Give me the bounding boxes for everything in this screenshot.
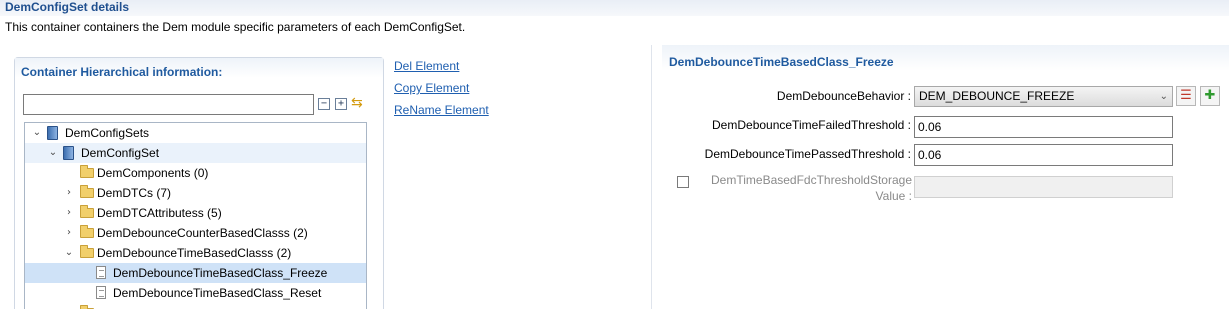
tree-item-label: DemDebounceCounterBasedClasss (2): [97, 226, 308, 240]
folder-icon: [80, 205, 94, 218]
expand-all-button[interactable]: +: [335, 98, 347, 110]
tree-item-freeze[interactable]: DemDebounceTimeBasedClass_Freeze: [25, 263, 366, 283]
failed-threshold-input[interactable]: 0.06: [914, 116, 1173, 138]
add-icon[interactable]: ✚: [1200, 86, 1220, 106]
folder-icon: [80, 225, 94, 238]
selected-value: DEM_DEBOUNCE_FREEZE: [919, 89, 1075, 103]
header-band: [0, 0, 1229, 16]
page-description: This container containers the Dem module…: [5, 20, 466, 34]
fdc-storage-checkbox[interactable]: [677, 176, 689, 188]
details-title: DemDebounceTimeBasedClass_Freeze: [669, 55, 894, 69]
tree-item-demdebouncetimebasedclasss[interactable]: ⌄ DemDebounceTimeBasedClasss (2): [25, 243, 366, 263]
tree-item-demdtcattributess[interactable]: › DemDTCAttributess (5): [25, 203, 366, 223]
tree-item-label: DemDTCAttributess (5): [97, 206, 222, 220]
tree-item-demcomponents[interactable]: DemComponents (0): [25, 163, 366, 183]
tree-item-label: DemConfigSets: [65, 126, 150, 140]
tree-item-label: DemDebounceTimeBasedClass_Reset: [113, 286, 322, 300]
list-icon[interactable]: ☰: [1176, 86, 1196, 106]
tree-item-label: DemComponents (0): [97, 166, 209, 180]
panel-divider: [651, 45, 652, 309]
database-icon: [47, 126, 58, 140]
tree-item-label: DemDebounceTimeBasedClass_Freeze: [113, 266, 328, 280]
copy-element-link[interactable]: Copy Element: [394, 81, 469, 95]
collapsed-chevron-icon[interactable]: ›: [63, 203, 75, 223]
tree-item-demdtcs[interactable]: › DemDTCs (7): [25, 183, 366, 203]
failed-threshold-label: DemDebounceTimeFailedThreshold :: [712, 118, 911, 132]
tree-item-label: DemConfigSet: [81, 146, 160, 160]
fdc-storage-label-line1: DemTimeBasedFdcThresholdStorage: [711, 173, 912, 187]
tree-item-demconfigset[interactable]: ⌄ DemConfigSet: [25, 143, 366, 163]
tree-filter-input[interactable]: [23, 94, 314, 115]
tree-item-reset[interactable]: DemDebounceTimeBasedClass_Reset: [25, 283, 366, 303]
passed-threshold-input[interactable]: 0.06: [914, 144, 1173, 166]
section-title: Container Hierarchical information:: [21, 65, 223, 79]
behavior-label: DemDebounceBehavior :: [776, 89, 911, 103]
container-tree[interactable]: ⌄ DemConfigSets ⌄ DemConfigSet DemCompon…: [24, 122, 367, 309]
del-element-link[interactable]: Del Element: [394, 59, 459, 73]
tree-item-demconfigsets[interactable]: ⌄ DemConfigSets: [25, 123, 366, 143]
debounce-behavior-select[interactable]: DEM_DEBOUNCE_FREEZE ⌄: [914, 86, 1173, 107]
fdc-storage-label: DemTimeBasedFdcThresholdStorage Value :: [690, 173, 912, 205]
sync-icon[interactable]: ⇆: [351, 95, 367, 111]
folder-icon: [80, 185, 94, 198]
failed-threshold-row: DemDebounceTimeFailedThreshold :: [600, 118, 911, 136]
page-title: DemConfigSet details: [5, 0, 130, 14]
document-icon: [96, 266, 106, 279]
chevron-down-icon: ⌄: [1159, 91, 1168, 102]
document-icon: [96, 286, 106, 299]
collapsed-chevron-icon[interactable]: ›: [63, 183, 75, 203]
rename-element-link[interactable]: ReName Element: [394, 103, 489, 117]
database-icon: [63, 146, 74, 160]
tree-item-partial[interactable]: [25, 303, 366, 309]
fdc-storage-label-line2: Value :: [875, 189, 912, 203]
expanded-chevron-icon[interactable]: ⌄: [63, 243, 75, 263]
expanded-chevron-icon[interactable]: ⌄: [31, 123, 43, 143]
tree-item-label: DemDebounceTimeBasedClasss (2): [97, 246, 292, 260]
behavior-row: DemDebounceBehavior :: [600, 88, 911, 106]
passed-threshold-row: DemDebounceTimePassedThreshold :: [600, 147, 911, 165]
folder-icon: [80, 245, 94, 258]
passed-threshold-label: DemDebounceTimePassedThreshold :: [704, 147, 911, 161]
collapse-all-button[interactable]: −: [318, 98, 330, 110]
folder-icon: [80, 165, 94, 178]
tree-item-label: DemDTCs (7): [97, 186, 171, 200]
tree-item-demdebouncecounterbasedclasss[interactable]: › DemDebounceCounterBasedClasss (2): [25, 223, 366, 243]
collapsed-chevron-icon[interactable]: ›: [63, 223, 75, 243]
expanded-chevron-icon[interactable]: ⌄: [47, 143, 59, 163]
fdc-storage-input: [914, 176, 1173, 198]
